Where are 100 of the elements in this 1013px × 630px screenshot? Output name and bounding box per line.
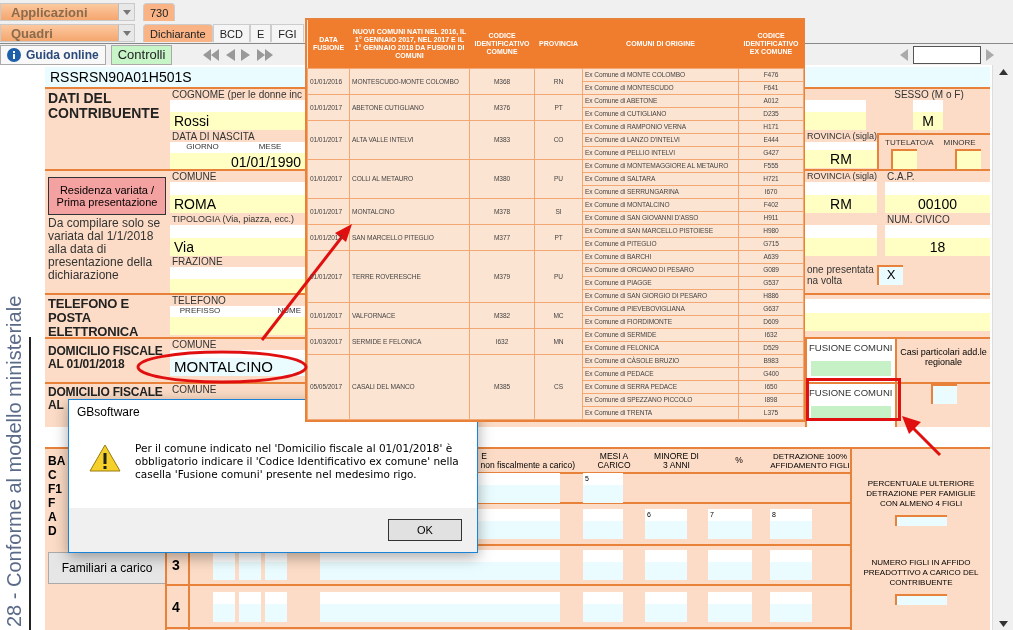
field-label: TELEFONO [171,295,226,306]
input-field[interactable] [708,591,752,622]
field-label: FUSIONE COMUNI [808,387,893,398]
street-type-field[interactable]: Via [170,225,305,256]
relation-code: F1 [48,482,62,496]
field-label: PREFISSO [170,306,230,317]
province-field[interactable]: RM [805,182,877,213]
fusion-field[interactable]: FUSIONE COMUNI [805,339,897,382]
field-label: COGNOME (per le donne inc [171,89,303,100]
relation-code: C [48,468,57,482]
input-field[interactable] [895,594,947,605]
first-page-icon[interactable] [202,47,221,62]
text-field[interactable] [805,100,866,130]
field-label: TUTELATO/A [884,137,934,148]
input-field[interactable] [708,550,752,580]
caret-icon [118,4,134,20]
row-number: 4 [171,598,180,615]
row-number: 3 [171,557,180,573]
page-field[interactable] [913,45,981,64]
field-label: GIORNO [170,142,235,153]
check-button[interactable]: Controlli [110,44,173,65]
input-field[interactable] [770,550,812,580]
dialog-title: GBsoftware [76,404,141,421]
field-label: COMUNE [171,384,217,395]
residence-button[interactable]: Residenza variata / Prima presentazione [48,177,166,215]
input-field[interactable] [645,550,687,580]
tab[interactable]: BCD [212,24,250,42]
input-box[interactable] [891,149,917,169]
input-field[interactable] [265,591,287,622]
input-box[interactable]: X [877,264,903,285]
field-label: MINORE [942,137,976,148]
text-field[interactable] [805,67,990,87]
input-field[interactable] [583,591,623,622]
relation-code: A [48,510,57,524]
field-label: DATA DI NASCITA [171,131,255,142]
field-label: NUM. CIVICO [886,214,950,225]
input-field[interactable] [239,591,261,622]
pointer-arrow [902,416,942,457]
sex-field[interactable]: M [913,100,943,130]
column-header: MINORE DI 3 ANNI [653,451,700,470]
family-button[interactable]: Familiari a carico [48,552,166,584]
last-page-icon[interactable] [256,47,275,62]
section-title: DOMICILIO FISCALE [48,386,163,399]
ok-button[interactable]: OK [388,519,462,541]
previous-icon[interactable] [899,47,909,62]
field-label: FRAZIONE [171,256,223,267]
input-field[interactable] [320,591,560,622]
section-title: DOMICILIO FISCALE [48,345,163,358]
hamlet-field[interactable] [170,267,305,293]
tab[interactable]: E [249,24,272,42]
relation-code: D [48,524,57,538]
field-label: COMUNE [171,171,217,182]
scroll-down-icon[interactable] [998,621,1008,627]
field-label: NUMERO FIGLI IN AFFIDO PREADOTTIVO A CARICO DEL CONTRIBUENTE [862,558,980,588]
section-title: AL 01/01/2018 [48,358,125,371]
zip-field[interactable]: 00100 [885,182,990,213]
field-label: C.A.P. [886,171,915,182]
input-field[interactable] [478,509,560,539]
input-field[interactable] [583,550,623,580]
column-header: % [734,456,744,465]
input-box[interactable] [930,384,957,404]
text-field[interactable] [805,299,990,331]
text-field[interactable] [805,225,877,256]
side-caption: 28 - Conforme al modello ministeriale [2,295,26,627]
previous-icon[interactable] [224,47,237,62]
tab[interactable]: 730 [143,3,176,21]
tab[interactable]: FGI [271,24,304,42]
input-field[interactable] [770,591,812,622]
field-label: TIPOLOGIA (Via, piazza, ecc.) [171,214,294,225]
tab[interactable]: Dichiarante [143,24,213,42]
fiscal-code-field[interactable]: RSSRSN90A01H501S [45,67,305,87]
phone-field[interactable] [170,317,305,335]
column-header: E [481,451,487,461]
surname-field[interactable]: Rossi [170,100,305,130]
input-field[interactable] [320,550,560,580]
input-field[interactable] [895,515,947,526]
field-label: one presentata na volta [806,263,875,286]
input-field[interactable] [478,473,560,503]
field-label: PERCENTUALE ULTERIORE DETRAZIONE PER FAMIGLIE CON ALMENO 4 FIGLI [865,479,977,509]
column-header: non fiscalmente a carico) [480,460,575,470]
warning-icon [89,444,121,472]
province-field[interactable]: RM [805,142,877,168]
next-icon[interactable] [985,47,995,62]
help-button[interactable]: Guida online [0,44,106,65]
input-field[interactable] [645,591,687,622]
input-field[interactable] [811,361,891,376]
section-title: TELEFONO E POSTA ELETTRONICA [48,297,140,339]
note-text: Da compilare solo se variata dal 1/1/2018 alla data di presentazione della dichiarazione [48,217,162,282]
input-field[interactable] [213,591,235,622]
section-title: AL [48,399,64,412]
dialog-message: Per il comune indicato nel 'Domicilio fiscale al 01/01/2018' è obbligatorio indicare il 'Codice Identificativo ex comune' nella casella 'Fusione comuni' presente nel medesimo rigo. [135,442,460,482]
info-icon [7,47,21,62]
city-field[interactable]: ROMA [170,182,305,213]
column-header: DETRAZIONE 100% AFFIDAMENTO FIGLI [769,451,851,470]
section-title: BA [48,454,66,468]
scroll-up-icon[interactable] [998,69,1008,75]
input-field[interactable] [583,509,623,539]
input-box[interactable] [955,149,981,169]
field-label: FUSIONE COMUNI [808,342,893,353]
street-number-field[interactable]: 18 [885,225,990,256]
